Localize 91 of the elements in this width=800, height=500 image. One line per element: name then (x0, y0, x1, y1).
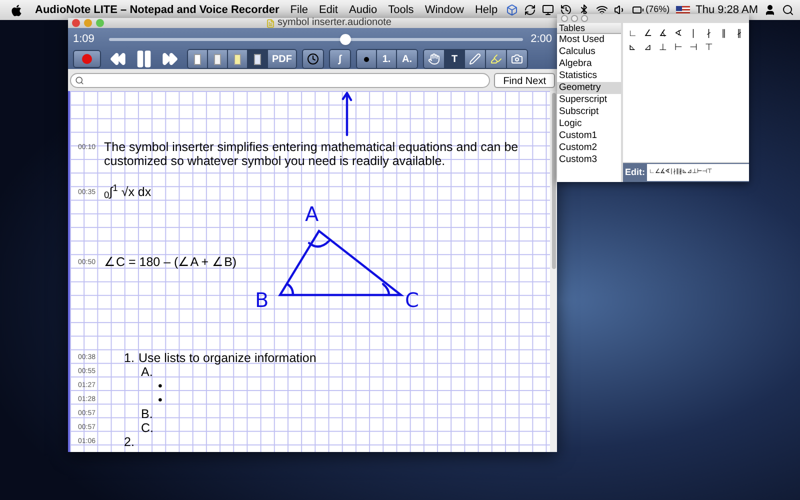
symbol[interactable]: ∤ (701, 27, 716, 39)
flag-icon[interactable] (676, 6, 690, 14)
list-marker: • (158, 393, 162, 407)
symbol[interactable]: ⊥ (656, 41, 671, 53)
menu-item[interactable]: Help (474, 2, 498, 18)
document-icon (266, 18, 275, 28)
note-text: Use lists to organize information (138, 351, 316, 365)
list-marker: B. (141, 407, 153, 421)
symbol[interactable]: ⊤ (701, 41, 716, 53)
symbol[interactable]: ∟ (625, 27, 640, 39)
symbol[interactable]: ⊢ (670, 41, 686, 53)
table-item[interactable]: Calculus (557, 46, 621, 58)
pen-tool-button[interactable] (465, 50, 486, 68)
scrollbar[interactable] (550, 91, 557, 452)
symbol[interactable]: ⊾ (625, 41, 640, 53)
tool-button[interactable]: 1. (377, 50, 397, 68)
list-marker: 2. (124, 435, 134, 449)
history-icon[interactable] (560, 4, 572, 16)
hand-icon (428, 53, 440, 65)
tool-button[interactable]: T (445, 50, 465, 68)
pen-icon (469, 53, 481, 65)
battery-icon[interactable] (632, 4, 644, 16)
table-item[interactable]: Logic (557, 118, 621, 130)
table-item[interactable]: Most Used (557, 34, 621, 46)
tool-button[interactable]: ∫ (330, 50, 350, 68)
tables-header: Tables (557, 23, 621, 34)
sync-status-icon[interactable] (506, 4, 518, 16)
note-text: $_{0}$∫$^{1}$ √x dx (104, 185, 152, 199)
highlighter-button[interactable] (486, 50, 507, 68)
symbol[interactable]: ⊣ (686, 41, 702, 53)
menu-item[interactable]: File (290, 2, 308, 18)
clock[interactable]: Thu 9:28 AM (696, 2, 758, 18)
timestamp-button[interactable] (303, 50, 323, 68)
window-title: symbol inserter.audionote (278, 18, 392, 28)
volume-icon[interactable] (614, 4, 626, 16)
find-next-button[interactable]: Find Next (494, 72, 555, 88)
bullet-list-button[interactable] (357, 50, 377, 68)
display-icon[interactable] (542, 4, 554, 16)
symbol[interactable]: ⊿ (640, 41, 656, 53)
note-text: ∠C = 180 – (∠A + ∠B) (104, 255, 237, 269)
page-style-button[interactable] (248, 50, 268, 68)
page-style-button[interactable] (208, 50, 228, 68)
refresh-icon[interactable] (524, 4, 536, 16)
playback-thumb[interactable] (340, 34, 351, 44)
table-item[interactable]: Algebra (557, 58, 621, 70)
battery-percentage: (76%) (646, 3, 670, 16)
list-marker: 1. (124, 351, 134, 365)
search-icon[interactable] (782, 4, 794, 16)
symbol[interactable]: ∥ (716, 27, 732, 39)
clock-icon (307, 53, 319, 65)
menu-item[interactable]: Tools (388, 2, 414, 18)
camera-button[interactable] (507, 50, 527, 68)
menu-item[interactable]: Edit (319, 2, 338, 18)
table-item[interactable]: Geometry (557, 82, 621, 94)
list-marker: A. (141, 365, 153, 379)
record-icon (82, 54, 92, 64)
symbol[interactable]: ∦ (732, 27, 747, 39)
edit-label: Edit: (624, 166, 646, 179)
bullet-icon (364, 56, 369, 62)
menu-item[interactable]: Audio (348, 2, 378, 18)
table-item[interactable]: Superscript (557, 94, 621, 106)
table-item[interactable]: Custom3 (557, 154, 621, 166)
search-field[interactable] (70, 72, 490, 88)
fast-forward-icon (162, 51, 178, 67)
table-item[interactable]: Subscript (557, 106, 621, 118)
highlighter-icon (490, 53, 502, 65)
table-item[interactable]: Statistics (557, 70, 621, 82)
list-marker: • (158, 379, 162, 393)
close-button[interactable] (72, 19, 80, 27)
symbol[interactable]: ∠ (640, 27, 656, 39)
total-time: 2:00 (530, 32, 552, 47)
note-text: The symbol inserter simplifies entering mathematical equations and can be customized so whatever symbol you need is readily available. (104, 140, 520, 168)
page-style-button[interactable] (188, 50, 208, 68)
symbol[interactable]: ∡ (656, 27, 671, 39)
apple-menu-icon[interactable] (10, 4, 23, 16)
table-item[interactable]: Custom2 (557, 142, 621, 154)
search-icon (75, 76, 84, 84)
symbol[interactable]: ∣ (686, 27, 702, 39)
user-icon[interactable] (764, 4, 776, 16)
symbol[interactable]: ∢ (670, 27, 686, 39)
rewind-icon (110, 51, 126, 67)
table-item[interactable]: Custom1 (557, 130, 621, 142)
tool-button[interactable]: A. (397, 50, 417, 68)
app-menu[interactable]: AudioNote LITE – Notepad and Voice Recorder (35, 2, 280, 18)
menu-item[interactable]: Window (424, 2, 464, 18)
elapsed-time: 1:09 (73, 32, 96, 47)
record-button[interactable] (73, 50, 101, 68)
camera-icon (511, 53, 523, 65)
list-marker: C. (141, 421, 154, 435)
page-style-button[interactable] (228, 50, 248, 68)
hand-tool-button[interactable] (424, 50, 445, 68)
